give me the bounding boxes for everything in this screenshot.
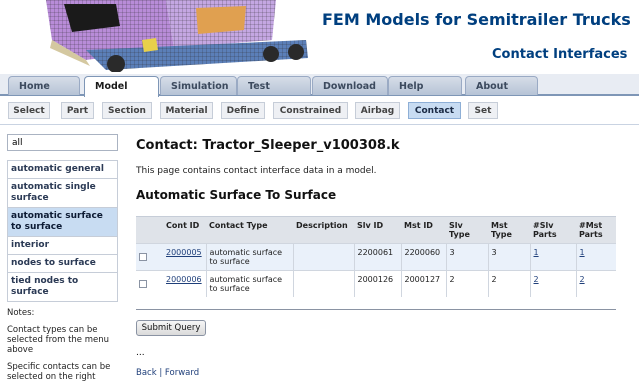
slv-type-cell: 2 — [445, 270, 488, 297]
tab-about[interactable]: About — [465, 76, 538, 95]
footer-navigation: Back | Forward — [136, 368, 199, 378]
mst-id-cell: 2000127 — [400, 270, 446, 297]
row-select-checkbox[interactable] — [139, 253, 147, 261]
column-header-slv-type: Slv Type — [446, 216, 488, 244]
description-cell — [292, 243, 354, 271]
section-title: Automatic Surface To Surface — [136, 188, 337, 202]
forward-link[interactable]: Forward — [165, 368, 199, 378]
slv-parts-link[interactable]: 1 — [534, 248, 539, 257]
mst-parts-link[interactable]: 1 — [580, 248, 585, 257]
sidebar-item-nodes-to-surface[interactable]: nodes to surface — [7, 255, 118, 273]
column-header-mst-type: Mst Type — [488, 216, 530, 244]
description-cell — [292, 270, 354, 297]
main-tab-bar: Home Model Simulation Test Download Help… — [0, 74, 639, 97]
contact-table: Cont ID Contact Type Description Slv ID … — [136, 216, 616, 297]
column-header-slv-id: Slv ID — [354, 216, 401, 244]
table-row: 2000006 automatic surface to surface 200… — [136, 270, 616, 297]
mst-id-cell: 2200060 — [400, 243, 446, 271]
slv-id-cell: 2200061 — [353, 243, 401, 271]
sidebar-item-automatic-single-surface[interactable]: automatic single surface — [7, 179, 118, 208]
subnav-section[interactable]: Section — [102, 102, 152, 119]
page-description: This page contains contact interface dat… — [136, 166, 377, 176]
contact-type-cell: automatic surface to surface — [205, 243, 293, 271]
sidebar-notes: Notes: Contact types can be selected fro… — [7, 308, 118, 381]
subnav-define[interactable]: Define — [221, 102, 265, 119]
column-header-mst-parts: #Mst Parts — [576, 216, 616, 244]
sidebar-item-interior[interactable]: interior — [7, 237, 118, 255]
slv-id-cell: 2000126 — [353, 270, 401, 297]
column-header-mst-id: Mst ID — [401, 216, 446, 244]
contact-type-cell: automatic surface to surface — [205, 270, 293, 297]
submit-query-button[interactable]: Submit Query — [136, 320, 206, 336]
subnav-constrained[interactable]: Constrained — [273, 102, 348, 119]
select-column-header — [136, 216, 163, 244]
sub-navigation: Select Part Section Material Define Cons… — [0, 97, 639, 125]
page-header: FEM Models for Semitrailer Trucks Contac… — [0, 0, 639, 76]
column-header-description: Description — [293, 216, 354, 244]
table-header-row: Cont ID Contact Type Description Slv ID … — [136, 216, 616, 244]
tab-simulation[interactable]: Simulation — [160, 76, 237, 95]
tab-help[interactable]: Help — [388, 76, 462, 95]
subnav-contact[interactable]: Contact — [408, 102, 461, 119]
notes-title: Notes: — [7, 308, 35, 318]
tab-download[interactable]: Download — [312, 76, 388, 95]
slv-type-cell: 3 — [445, 243, 488, 271]
column-header-contact-type: Contact Type — [206, 216, 293, 244]
tab-test[interactable]: Test — [237, 76, 311, 95]
row-select-cell — [136, 270, 163, 297]
subnav-set[interactable]: Set — [468, 102, 498, 119]
main-content: Contact: Tractor_Sleeper_v100308.k This … — [136, 138, 616, 378]
mst-parts-link[interactable]: 2 — [580, 275, 585, 284]
tab-model[interactable]: Model — [84, 76, 159, 97]
truck-mesh-image — [46, 0, 308, 72]
note-specific-contacts: Specific contacts can be selected on the… — [7, 362, 111, 381]
sidebar-item-automatic-general[interactable]: automatic general — [7, 161, 118, 179]
subnav-material[interactable]: Material — [160, 102, 213, 119]
ellipsis-text: ... — [136, 348, 145, 358]
cont-id-link[interactable]: 2000005 — [166, 248, 202, 257]
divider — [136, 309, 616, 310]
column-header-cont-id: Cont ID — [163, 216, 206, 244]
mst-type-cell: 3 — [487, 243, 530, 271]
subnav-part[interactable]: Part — [61, 102, 94, 119]
page-subtitle: Contact Interfaces — [492, 47, 628, 62]
row-select-cell — [136, 243, 163, 271]
contact-filter-input[interactable] — [7, 134, 118, 151]
sidebar-item-tied-nodes-to-surface[interactable]: tied nodes to surface — [7, 273, 118, 302]
subnav-select[interactable]: Select — [8, 102, 50, 119]
site-title: FEM Models for Semitrailer Trucks — [322, 10, 631, 29]
slv-parts-link[interactable]: 2 — [534, 275, 539, 284]
sidebar-item-automatic-surface-to-surface[interactable]: automatic surface to surface — [7, 208, 118, 237]
page-title: Contact: Tractor_Sleeper_v100308.k — [136, 138, 400, 153]
subnav-airbag[interactable]: Airbag — [355, 102, 400, 119]
cont-id-link[interactable]: 2000006 — [166, 275, 202, 284]
table-row: 2000005 automatic surface to surface 220… — [136, 243, 616, 271]
column-header-slv-parts: #Slv Parts — [530, 216, 576, 244]
footer-separator: | — [159, 368, 163, 378]
contact-type-list: automatic general automatic single surfa… — [7, 160, 118, 302]
note-contact-types: Contact types can be selected from the m… — [7, 325, 109, 355]
back-link[interactable]: Back — [136, 368, 157, 378]
sidebar: automatic general automatic single surfa… — [7, 134, 118, 381]
row-select-checkbox[interactable] — [139, 280, 147, 288]
mst-type-cell: 2 — [487, 270, 530, 297]
tab-home[interactable]: Home — [8, 76, 80, 95]
